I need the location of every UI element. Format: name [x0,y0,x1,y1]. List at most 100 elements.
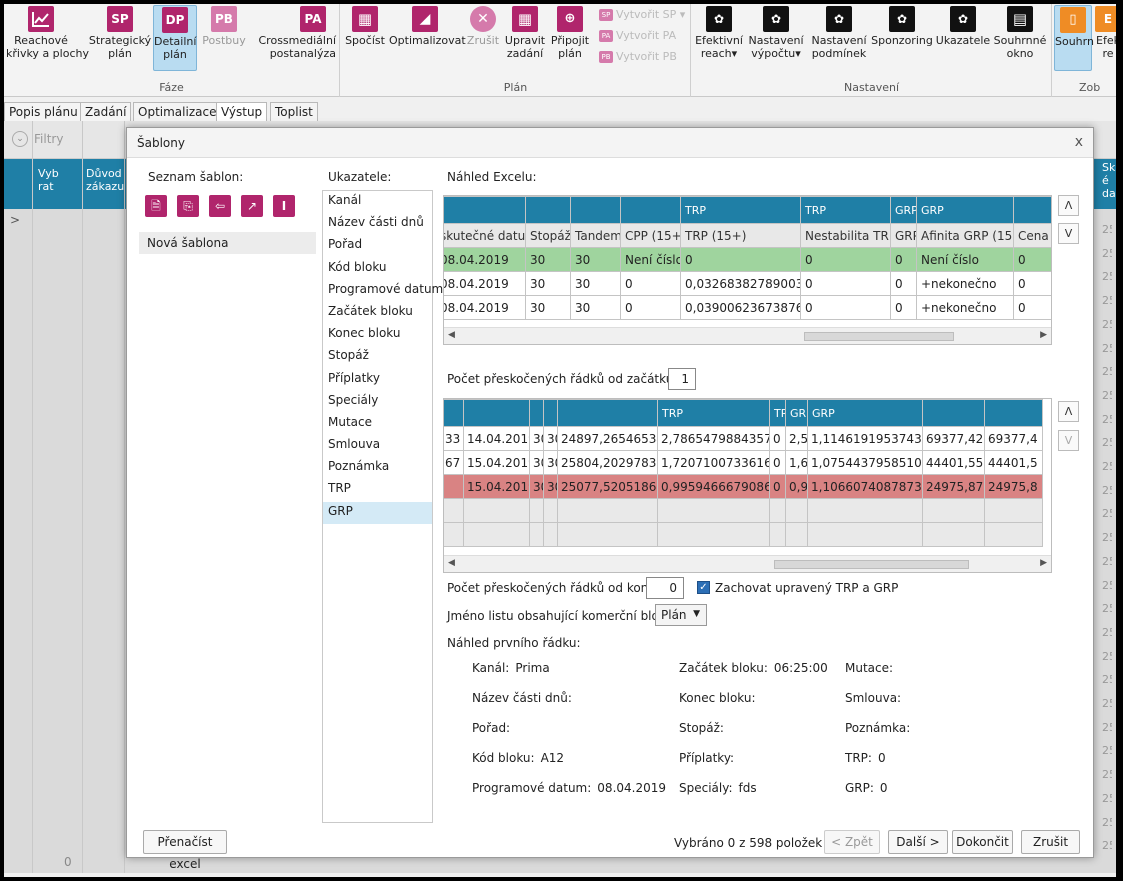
indicators-button[interactable]: ✿ Ukazatele [934,6,992,47]
background-cell-value: 25 [1102,839,1112,853]
crossmedia-postanalysis-button[interactable]: PA Crossmediální postanalýza [250,6,336,60]
column-header[interactable]: Afinita GRP (15+) [916,223,1014,248]
table-row[interactable]: 08.04.2019303000,039006236738768500+neko… [444,295,1051,320]
move-up-button[interactable]: Λ [1058,195,1079,216]
create-sp-button[interactable]: SP Vytvořit SP ▾ [599,8,685,21]
tab-zadani[interactable]: Zadání [80,102,132,122]
table-row[interactable]: 6715.04.2019303025804,20297839971,720710… [444,450,1043,475]
back-button[interactable]: < Zpět [824,830,880,854]
table-row[interactable]: 08.04.2019303000,032683827890035100+neko… [444,271,1051,296]
move-down-button[interactable]: V [1058,430,1079,451]
reach-curves-button[interactable]: Reachové křivky a plochy [6,6,89,60]
filter-toggle-icon[interactable]: ⌄ [12,131,28,147]
indicator-item[interactable]: Speciály [323,391,432,413]
edit-input-button[interactable]: ▦ Upravit zadání [503,6,547,60]
grid-header-row: skutečné datumStopážTandemCPP (15+)TRP (… [444,223,1051,248]
indicator-item[interactable]: Konec bloku [323,324,432,346]
indicator-item[interactable]: Poznámka [323,457,432,479]
attach-plan-button[interactable]: ⊕ Připojit plán [549,6,591,60]
indicator-item[interactable]: Začátek bloku [323,302,432,324]
indicator-item[interactable]: Mutace [323,413,432,435]
indicator-item[interactable]: Příplatky [323,369,432,391]
copy-icon[interactable]: ⎘ [177,195,199,217]
table-row[interactable]: 15.04.2019303025077,52051869060,99594666… [444,474,1043,499]
column-header-select[interactable]: Vyb rat [38,167,59,193]
tab-optimalizace[interactable]: Optimalizace [133,102,222,122]
detailed-plan-button[interactable]: DP Detailní plán [153,5,197,71]
column-header[interactable]: Nestabilita TRP [800,223,891,248]
table-row[interactable]: 3314.04.2019303024897,26546534192,786547… [444,426,1043,451]
first-row-field: TRP: 0 [845,751,886,765]
optimize-label: Optimalizovat [389,34,466,47]
move-up-button[interactable]: Λ [1058,401,1079,422]
indicator-item[interactable]: Pořad [323,235,432,257]
background-cell-value: 25 [1102,365,1112,379]
close-icon[interactable]: x [1075,134,1083,150]
calc-settings-button[interactable]: ✿ Nastavení výpočtu▾ [746,6,806,60]
condition-settings-button[interactable]: ✿ Nastavení podmínek [808,6,870,60]
new-document-icon[interactable]: 🗎 [145,195,167,217]
move-down-button[interactable]: V [1058,223,1079,244]
column-header[interactable]: Cena [1013,223,1051,248]
table-cell: +nekonečno [916,295,1014,320]
optimize-button[interactable]: ◢ Optimalizovat [389,6,466,47]
horizontal-scrollbar[interactable]: ◀ ▶ [444,555,1051,572]
column-header[interactable]: Stopáž [525,223,571,248]
group-label-nastaveni: Nastavení [843,81,900,94]
scroll-thumb[interactable] [804,332,954,341]
indicator-item[interactable]: Kód bloku [323,258,432,280]
scroll-thumb[interactable] [774,560,969,569]
column-header-reason[interactable]: Důvod zákazu [86,167,124,193]
column-header-right[interactable]: Sk é da [1102,161,1116,200]
tab-popis-planu[interactable]: Popis plánu [4,102,83,122]
first-row-field: Kanál: Prima [472,661,550,675]
skip-start-input[interactable]: 1 [668,368,696,390]
effective-view-button[interactable]: E Efek re [1093,6,1116,60]
empty-cell [557,522,658,547]
sponsoring-button[interactable]: ✿ Sponzoring [870,6,934,47]
keep-trp-grp-checkbox[interactable]: ✓ [697,581,710,594]
indicator-item[interactable]: Název části dnů [323,213,432,235]
reload-excel-button[interactable]: Přenačíst excel [143,830,227,871]
next-button[interactable]: Další > [888,830,948,854]
create-pa-button[interactable]: PA Vytvořit PA [599,29,676,42]
import-icon[interactable]: ⇦ [209,195,231,217]
summary-window-button[interactable]: ▤ Souhrnné okno [992,6,1048,60]
indicator-item[interactable]: Programové datum [323,280,443,302]
effective-reach-button[interactable]: ✿ Efektivní reach▾ [694,6,744,60]
cancel-ribbon-button[interactable]: ✕ Zrušit [463,6,503,47]
summary-button[interactable]: ▯ Souhrn [1054,5,1094,71]
rename-icon[interactable]: I [273,195,295,217]
cancel-button[interactable]: Zrušit [1021,830,1080,854]
skip-end-input[interactable]: 0 [646,577,684,599]
group-header-cell: GRP [890,196,917,224]
indicator-item[interactable]: Stopáž [323,346,432,368]
indicator-item[interactable]: GRP [323,501,432,524]
table-row[interactable]: 08.04.2019 30 30 Není číslo 0 0 0 Není číslo 0 [444,247,1051,272]
column-header[interactable]: skutečné datum [444,223,526,248]
finish-button[interactable]: Dokončit [952,830,1013,854]
export-icon[interactable]: ↗ [241,195,263,217]
column-header[interactable]: GRP [890,223,917,248]
indicator-item[interactable]: Kanál [323,191,432,213]
indicator-item[interactable]: Smlouva [323,435,432,457]
tab-vystup[interactable]: Výstup [216,102,268,122]
tab-toplist[interactable]: Toplist [270,102,318,122]
scroll-right-icon[interactable]: ▶ [1040,330,1047,340]
background-cell-value: 25 [1102,388,1112,402]
indicator-item[interactable]: TRP [323,479,432,501]
excel-end-preview-grid: TRPTRPGRPGRP3314.04.2019303024897,265465… [443,398,1052,573]
postbuy-button[interactable]: PB Postbuy [200,6,248,47]
template-item[interactable]: Nová šablona [139,232,316,254]
create-pb-button[interactable]: PB Vytvořit PB [599,50,677,63]
scroll-left-icon[interactable]: ◀ [448,558,455,568]
column-header[interactable]: Tandem [570,223,621,248]
strategic-plan-button[interactable]: SP Strategický plán [88,6,152,60]
horizontal-scrollbar[interactable]: ◀ ▶ [444,327,1051,344]
sheet-name-dropdown[interactable]: Plán ▼ [655,604,707,626]
scroll-right-icon[interactable]: ▶ [1040,558,1047,568]
column-header[interactable]: TRP (15+) [680,223,801,248]
scroll-left-icon[interactable]: ◀ [448,330,455,340]
column-header[interactable]: CPP (15+) [620,223,681,248]
calculate-button[interactable]: ▦ Spočíst [343,6,387,47]
